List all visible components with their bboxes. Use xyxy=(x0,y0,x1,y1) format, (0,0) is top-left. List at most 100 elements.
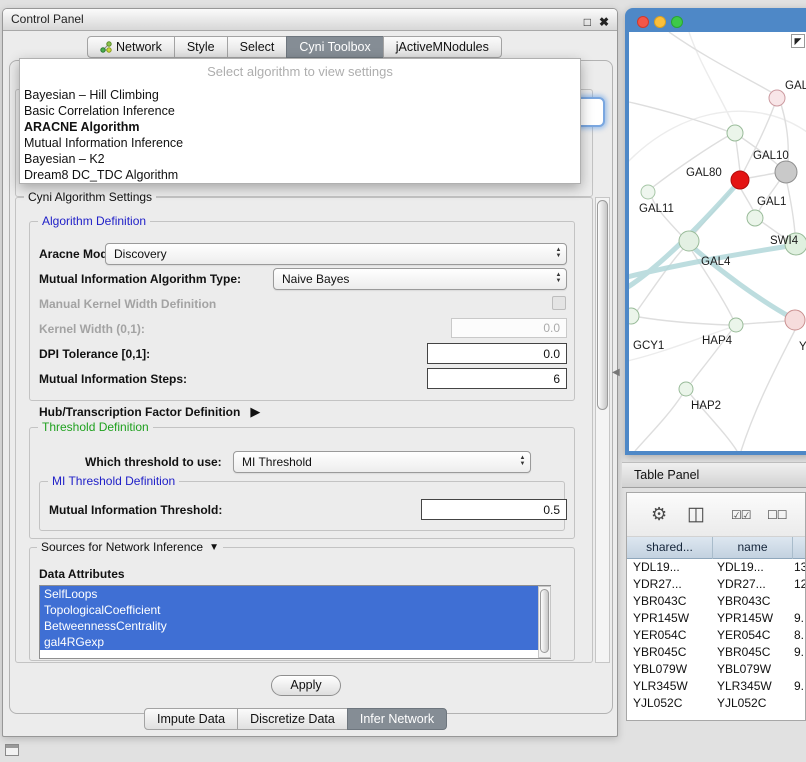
network-node[interactable] xyxy=(747,210,763,226)
select-all-checkboxes-icon[interactable]: ☑☑ xyxy=(731,508,751,522)
svg-text:SWI4: SWI4 xyxy=(770,235,799,247)
table-rows: YDL19...YDL19...13 YDR27...YDR27...12 YB… xyxy=(627,559,805,712)
expand-right-icon[interactable]: ▶ xyxy=(250,404,260,420)
algorithm-definition-title: Algorithm Definition xyxy=(38,214,150,228)
svg-text:GAL10: GAL10 xyxy=(753,150,789,162)
control-panel-title: Control Panel xyxy=(11,12,84,26)
data-attributes-label: Data Attributes xyxy=(39,567,125,581)
table-row[interactable]: YER054CYER054C8. xyxy=(627,627,805,644)
mi-steps-value: 6 xyxy=(553,372,560,386)
aracne-mode-value: Discovery xyxy=(114,247,167,261)
column-header-name[interactable]: name xyxy=(713,537,793,559)
tab-discretize-data[interactable]: Discretize Data xyxy=(237,708,348,730)
attribute-list-scrollbar-thumb[interactable] xyxy=(540,589,549,653)
svg-text:HAP4: HAP4 xyxy=(702,335,733,347)
minimize-traffic-light[interactable] xyxy=(654,16,666,28)
table-row[interactable]: YBL079WYBL079W xyxy=(627,661,805,678)
algorithm-option[interactable]: Basic Correlation Inference xyxy=(20,103,580,119)
network-canvas[interactable]: ◤ xyxy=(629,32,806,451)
svg-text:Y: Y xyxy=(799,341,806,353)
algorithm-option-selected[interactable]: ARACNE Algorithm xyxy=(20,119,580,135)
tab-infer-network[interactable]: Infer Network xyxy=(347,708,447,730)
scroll-corner-icon[interactable]: ◤ xyxy=(791,34,805,48)
hub-definition-section[interactable]: Hub/Transcription Factor Definition ▶ xyxy=(39,404,260,420)
apply-button[interactable]: Apply xyxy=(271,675,341,696)
tab-style[interactable]: Style xyxy=(174,36,228,58)
control-panel-tab-bar: Network Style Select Cyni Toolbox jActiv… xyxy=(87,36,502,58)
algorithm-option[interactable]: Mutual Information Inference xyxy=(20,135,580,151)
table-row[interactable]: YBR045CYBR045C9. xyxy=(627,644,805,661)
table-row[interactable]: YJL052CYJL052C xyxy=(627,695,805,712)
column-header-shared[interactable]: shared... xyxy=(627,537,713,559)
mi-type-value: Naive Bayes xyxy=(282,272,349,286)
network-node[interactable] xyxy=(769,90,785,106)
mi-steps-label: Mutual Information Steps: xyxy=(39,372,187,386)
attribute-item-selected[interactable]: SelfLoops xyxy=(40,586,550,602)
svg-text:GAL11: GAL11 xyxy=(639,203,674,215)
network-node-selected[interactable] xyxy=(731,171,749,189)
settings-scrollbar-thumb[interactable] xyxy=(597,200,608,410)
aracne-mode-select[interactable]: Discovery ▲▼ xyxy=(105,243,567,265)
attribute-item-selected[interactable]: gal4RGexp xyxy=(40,634,550,650)
network-node[interactable] xyxy=(679,231,699,251)
tab-select[interactable]: Select xyxy=(227,36,288,58)
sources-group-title[interactable]: Sources for Network Inference ▼ xyxy=(37,540,223,554)
network-window-titlebar[interactable] xyxy=(629,12,806,32)
network-node[interactable] xyxy=(775,161,797,183)
which-threshold-select[interactable]: MI Threshold ▲▼ xyxy=(233,451,531,473)
attribute-list-scrollbar[interactable] xyxy=(538,586,551,658)
kernel-width-label: Kernel Width (0,1): xyxy=(39,322,145,336)
table-row[interactable]: YDR27...YDR27...12 xyxy=(627,576,805,593)
float-window-icon[interactable]: □ xyxy=(584,12,591,33)
mi-threshold-field[interactable]: 0.5 xyxy=(421,499,567,520)
clear-all-checkboxes-icon[interactable]: ☐☐ xyxy=(767,508,787,522)
network-node[interactable] xyxy=(785,310,805,330)
table-panel-header[interactable]: Table Panel xyxy=(622,462,806,488)
panel-collapse-arrow-icon[interactable]: ◀ xyxy=(612,367,620,378)
attribute-item-selected[interactable]: TopologicalCoefficient xyxy=(40,602,550,618)
tab-impute-data-label: Impute Data xyxy=(157,709,225,729)
dpi-tolerance-field[interactable]: 0.0 xyxy=(427,343,567,364)
close-traffic-light[interactable] xyxy=(637,16,649,28)
attribute-item-selected[interactable]: BetweennessCentrality xyxy=(40,618,550,634)
combo-arrows-icon: ▲▼ xyxy=(515,456,530,468)
tab-cyni-toolbox[interactable]: Cyni Toolbox xyxy=(286,36,383,58)
network-node[interactable] xyxy=(641,185,655,199)
algorithm-option[interactable]: Bayesian – K2 xyxy=(20,151,580,167)
combo-arrows-icon: ▲▼ xyxy=(551,273,566,285)
collapse-down-icon[interactable]: ▼ xyxy=(209,542,219,553)
combo-arrows-icon: ▲▼ xyxy=(551,248,566,260)
table-row[interactable]: YDL19...YDL19...13 xyxy=(627,559,805,576)
columns-icon[interactable]: ◫ xyxy=(687,503,705,526)
tab-cyni-toolbox-label: Cyni Toolbox xyxy=(299,37,370,57)
table-row[interactable]: YBR043CYBR043C xyxy=(627,593,805,610)
table-row[interactable]: YPR145WYPR145W9. xyxy=(627,610,805,627)
table-panel-body: ⚙ ◫ ☑☑ ☐☐ shared... name YDL19...YDL19..… xyxy=(626,492,806,721)
network-node[interactable] xyxy=(679,382,693,396)
close-window-icon[interactable]: ✖ xyxy=(599,12,609,33)
kernel-width-field[interactable]: 0.0 xyxy=(451,318,567,338)
mi-steps-field[interactable]: 6 xyxy=(427,368,567,389)
tab-infer-network-label: Infer Network xyxy=(360,709,434,729)
manual-kernel-checkbox[interactable] xyxy=(552,296,566,310)
table-row[interactable]: YLR345WYLR345W9. xyxy=(627,678,805,695)
restore-panel-icon[interactable] xyxy=(5,744,19,756)
algorithm-option[interactable]: Bayesian – Hill Climbing xyxy=(20,87,580,103)
tab-network[interactable]: Network xyxy=(87,36,175,58)
settings-scrollbar[interactable] xyxy=(595,197,610,663)
network-node[interactable] xyxy=(727,125,743,141)
network-tab-icon xyxy=(100,41,112,53)
mi-type-select[interactable]: Naive Bayes ▲▼ xyxy=(273,268,567,290)
data-attributes-list[interactable]: SelfLoops TopologicalCoefficient Between… xyxy=(39,585,551,659)
algorithm-option[interactable]: Dream8 DC_TDC Algorithm xyxy=(20,167,580,183)
algorithm-dropdown-popup: Select algorithm to view settings Bayesi… xyxy=(19,58,581,184)
tab-impute-data[interactable]: Impute Data xyxy=(144,708,238,730)
network-node[interactable] xyxy=(729,318,743,332)
zoom-traffic-light[interactable] xyxy=(671,16,683,28)
column-header-partial[interactable] xyxy=(793,537,805,559)
gear-icon[interactable]: ⚙ xyxy=(651,504,667,525)
tab-jactivemnodules[interactable]: jActiveMNodules xyxy=(383,36,502,58)
control-panel-titlebar[interactable]: Control Panel □ ✖ xyxy=(3,9,617,31)
network-graph[interactable]: GAL GAL80 GAL10 GAL11 GAL1 SWI4 GAL4 GCY… xyxy=(629,32,806,451)
svg-text:GAL: GAL xyxy=(785,80,806,92)
